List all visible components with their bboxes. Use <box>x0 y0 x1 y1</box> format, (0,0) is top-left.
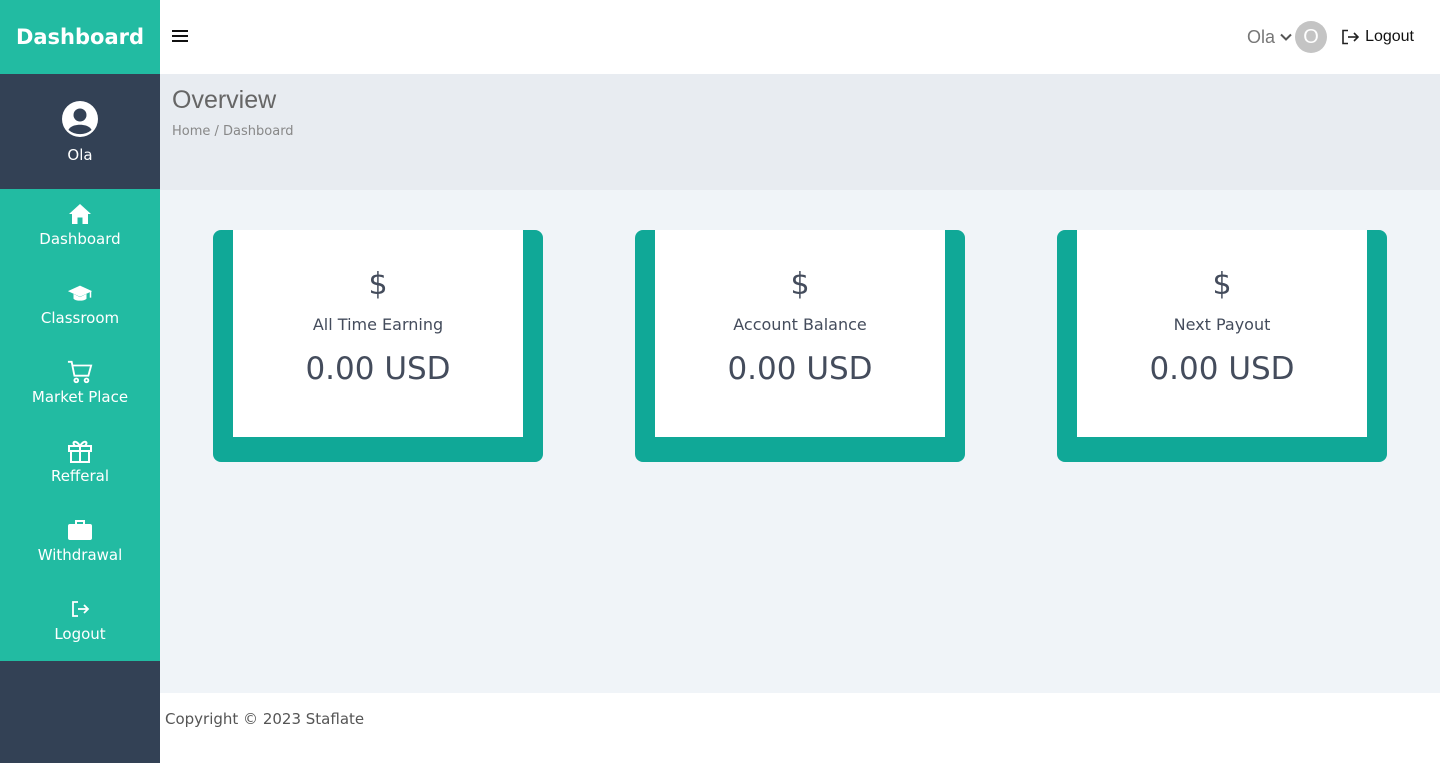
footer: Copyright © 2023 Staflate <box>160 693 1440 763</box>
sidebar-item-classroom[interactable]: Classroom <box>0 280 160 359</box>
sidebar: Dashboard Ola Dashboard Classroom Market… <box>0 0 160 763</box>
cart-icon <box>67 359 93 385</box>
dollar-icon: $ <box>368 267 388 302</box>
sidebar-item-market-place[interactable]: Market Place <box>0 359 160 438</box>
sidebar-item-withdrawal[interactable]: Withdrawal <box>0 517 160 596</box>
sidebar-item-logout[interactable]: Logout <box>0 596 160 675</box>
avatar[interactable]: O <box>1295 21 1328 53</box>
card-title: Next Payout <box>1173 315 1271 334</box>
card-value: 0.00 USD <box>305 351 451 387</box>
sidebar-user-name: Ola <box>67 145 93 164</box>
overview-section: Overview Home / Dashboard <box>160 74 1440 190</box>
header-user-name[interactable]: Ola <box>1247 27 1275 48</box>
sidebar-item-label: Withdrawal <box>37 546 123 564</box>
card-value: 0.00 USD <box>1149 351 1295 387</box>
graduation-cap-icon <box>67 280 93 306</box>
sidebar-profile: Ola <box>0 74 160 189</box>
sidebar-item-refferal[interactable]: Refferal <box>0 438 160 517</box>
page-title: Overview <box>172 86 277 114</box>
dollar-icon: $ <box>1212 267 1232 302</box>
header-logout-label: Logout <box>1365 28 1414 45</box>
logout-icon <box>1342 29 1360 45</box>
gift-icon <box>67 438 93 464</box>
sidebar-nav: Dashboard Classroom Market Place Reffera… <box>0 189 160 661</box>
sidebar-item-label: Dashboard <box>39 230 121 248</box>
dollar-icon: $ <box>790 267 810 302</box>
copyright-text: Copyright © 2023 Staflate <box>165 710 365 728</box>
card-value: 0.00 USD <box>727 351 873 387</box>
card-account-balance: $ Account Balance 0.00 USD <box>635 230 965 462</box>
sidebar-item-label: Market Place <box>31 388 129 406</box>
card-next-payout: $ Next Payout 0.00 USD <box>1057 230 1387 462</box>
breadcrumb: Home / Dashboard <box>172 124 294 139</box>
sidebar-item-label: Logout <box>54 625 106 643</box>
home-icon <box>67 201 93 227</box>
sidebar-item-label: Refferal <box>50 467 110 485</box>
user-circle-icon <box>62 100 98 137</box>
menu-toggle-icon[interactable] <box>172 30 188 44</box>
sidebar-item-label: Classroom <box>40 309 120 327</box>
sidebar-brand[interactable]: Dashboard <box>0 0 160 74</box>
top-bar: Ola O Logout <box>160 0 1440 74</box>
sidebar-item-dashboard[interactable]: Dashboard <box>0 201 160 280</box>
header-logout-button[interactable]: Logout <box>1341 28 1414 46</box>
logout-icon <box>67 596 93 622</box>
card-all-time-earning: $ All Time Earning 0.00 USD <box>213 230 543 462</box>
card-title: Account Balance <box>733 315 867 334</box>
briefcase-icon <box>67 517 93 543</box>
chevron-down-icon[interactable] <box>1279 30 1293 44</box>
card-title: All Time Earning <box>312 315 444 334</box>
user-menu: Ola O Logout <box>1247 21 1414 53</box>
